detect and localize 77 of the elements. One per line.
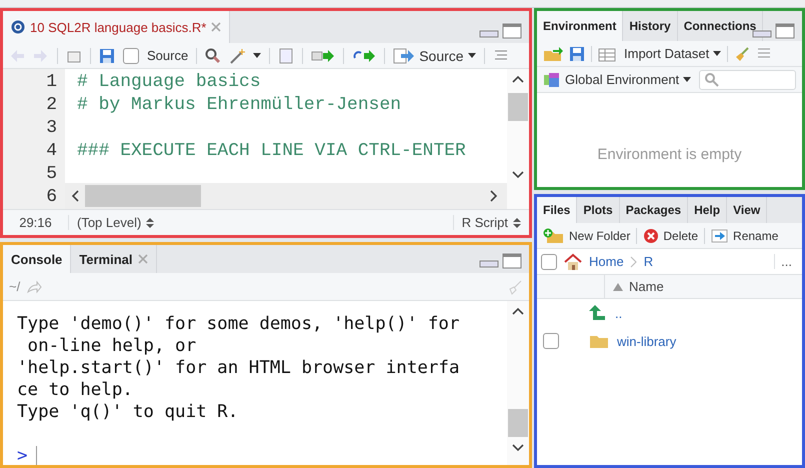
caret-icon <box>253 52 262 58</box>
search-icon <box>704 72 720 88</box>
code-line: ### EXECUTE EACH LINE VIA CTRL-ENTER <box>76 140 467 163</box>
code-line: # Language basics <box>76 71 262 94</box>
save-icon[interactable] <box>569 46 585 62</box>
checkbox[interactable] <box>541 254 557 270</box>
console-line: ce to help. <box>17 379 134 401</box>
broom-icon[interactable] <box>734 46 750 62</box>
up-down-icon <box>146 216 154 228</box>
up-down-icon <box>513 216 521 228</box>
vertical-scrollbar[interactable] <box>507 69 529 209</box>
vertical-scrollbar[interactable] <box>507 301 529 465</box>
close-icon[interactable] <box>211 22 222 32</box>
line-number: 6 <box>45 186 57 209</box>
scope-selector[interactable]: (Top Level) <box>69 215 454 230</box>
line-number: 3 <box>45 117 57 140</box>
layers-icon <box>543 72 561 88</box>
empty-message: Environment is empty <box>597 146 742 162</box>
line-number: 2 <box>45 94 57 117</box>
more-button[interactable]: ... <box>774 254 798 269</box>
open-folder-icon[interactable] <box>543 46 563 62</box>
line-number: 5 <box>45 163 57 186</box>
horizontal-scrollbar[interactable] <box>65 183 507 209</box>
files-tab[interactable]: Packages <box>620 197 688 223</box>
new-folder-icon <box>543 228 565 244</box>
sort-icon <box>613 282 623 290</box>
filetype-selector[interactable]: R Script <box>454 215 529 230</box>
console-tab[interactable]: Console <box>3 245 72 273</box>
console-prompt[interactable]: > <box>17 445 28 465</box>
magic-wand-icon[interactable] <box>229 48 246 64</box>
search-field[interactable] <box>699 70 796 90</box>
console-line: Type 'q()' to quit R. <box>17 401 240 423</box>
close-icon[interactable] <box>138 254 148 264</box>
editor-tab[interactable]: 10 SQL2R language basics.R* <box>3 11 230 43</box>
save-icon[interactable] <box>99 48 115 64</box>
up-arrow-icon <box>589 304 607 322</box>
file-link[interactable]: win-library <box>617 334 676 348</box>
run-lines-icon[interactable] <box>311 48 336 64</box>
share-arrow-icon[interactable] <box>26 278 42 294</box>
console-line: Type 'demo()' for some demos, 'help()' for <box>17 313 461 335</box>
caret-icon <box>683 76 692 82</box>
source-arrow-icon <box>393 48 416 64</box>
line-number: 4 <box>45 140 57 163</box>
breadcrumb-link[interactable]: R <box>644 254 654 269</box>
rename-icon <box>711 228 730 244</box>
name-column-header[interactable]: Name <box>605 279 664 294</box>
home-icon <box>563 252 583 270</box>
console-line: 'help.start()' for an HTML browser interfa <box>17 357 461 379</box>
checkbox[interactable] <box>123 48 139 64</box>
breadcrumb-link[interactable]: Home <box>589 254 624 269</box>
source-button[interactable]: Source <box>393 48 476 64</box>
toolbar-button[interactable]: New Folder <box>543 228 630 244</box>
scrollbar-thumb[interactable] <box>508 93 528 121</box>
line-number: 1 <box>45 71 57 94</box>
cursor-position: 29:16 <box>3 215 69 230</box>
search-icon[interactable] <box>205 48 222 64</box>
caret-icon <box>468 52 476 58</box>
environment-tab[interactable]: Environment <box>537 11 624 41</box>
broom-icon[interactable] <box>507 278 523 294</box>
folder-icon <box>589 333 609 349</box>
caret-icon <box>713 50 722 56</box>
r-file-icon <box>11 20 25 34</box>
scrollbar-thumb[interactable] <box>508 409 528 437</box>
toolbar-button[interactable]: Rename <box>711 228 778 244</box>
files-tab[interactable]: Files <box>537 197 578 223</box>
toolbar-button[interactable]: Delete <box>643 228 698 244</box>
chevron-right-icon <box>630 256 638 268</box>
delete-icon <box>643 228 660 244</box>
console-line: on-line help, or <box>26 335 198 357</box>
working-directory: ~/ <box>9 278 20 294</box>
code-line: # by Markus Ehrenmüller-Jensen <box>76 94 402 117</box>
checkbox[interactable] <box>543 333 559 349</box>
notebook-icon[interactable] <box>278 48 294 64</box>
checkbox-label: Source <box>147 48 188 63</box>
environment-tab[interactable]: Connections <box>678 11 764 41</box>
file-link[interactable]: .. <box>615 306 622 320</box>
rerun-icon[interactable] <box>352 48 376 64</box>
